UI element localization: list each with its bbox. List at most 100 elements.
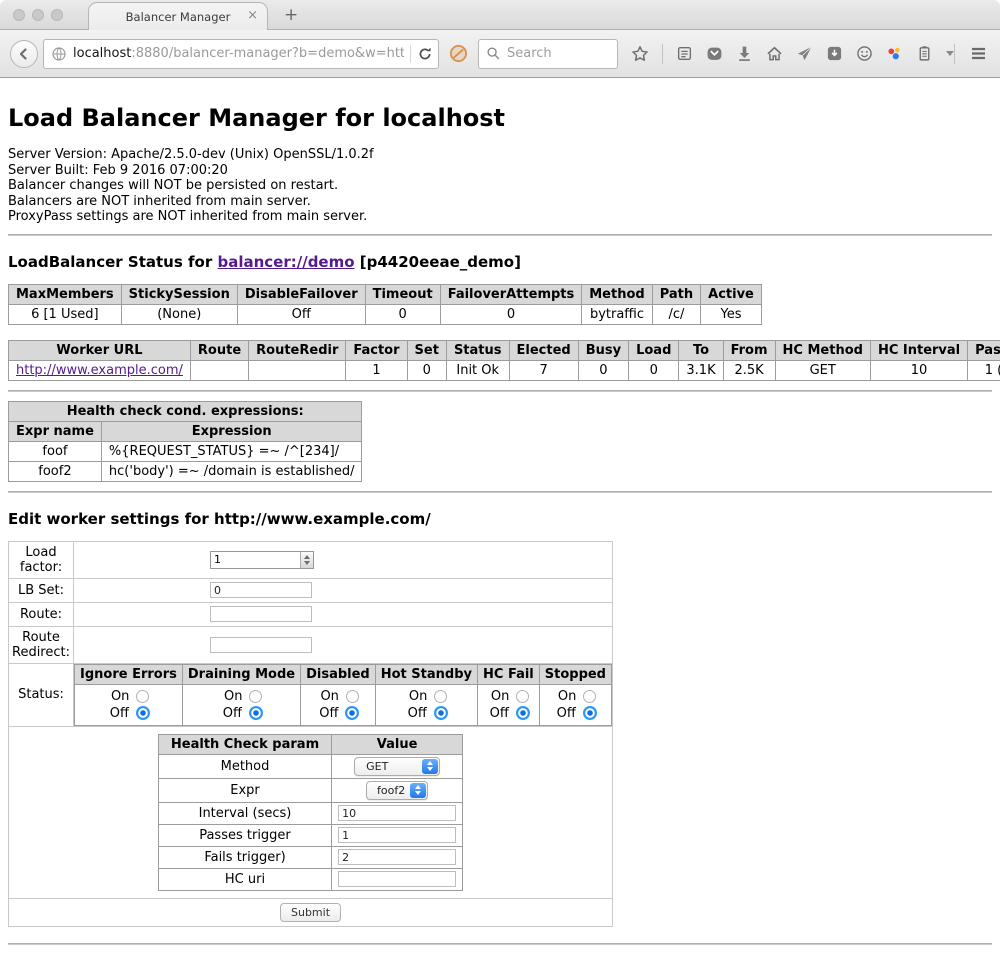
radio-label: On: [317, 688, 339, 705]
worker-url-link[interactable]: http://www.example.com/: [16, 363, 183, 378]
table-header-row: MaxMembers StickySession DisableFailover…: [9, 284, 762, 304]
home-icon[interactable]: [766, 45, 783, 62]
radio-draining-mode-on[interactable]: [249, 690, 262, 703]
cell: 0: [407, 360, 446, 380]
load-factor-value[interactable]: [211, 552, 300, 568]
radio-label: Off: [107, 705, 129, 722]
form-row-lb-set: LB Set:: [9, 578, 613, 602]
cell: 0: [440, 304, 582, 324]
heading-text: LoadBalancer Status for: [8, 253, 212, 271]
column-header: To: [679, 340, 723, 360]
radio-ignore-errors-on[interactable]: [136, 690, 149, 703]
hc-uri-input[interactable]: [338, 871, 456, 887]
table-row: foof %{REQUEST_STATUS} =~ /^[234]/: [9, 441, 362, 461]
panel-download-icon[interactable]: [826, 45, 843, 62]
radio-hc-fail-off[interactable]: [516, 706, 530, 720]
radio-disabled-off[interactable]: [345, 706, 359, 720]
balancer-id: [p4420eeae_demo]: [360, 253, 521, 271]
cell: 7: [509, 360, 578, 380]
chevron-down-icon[interactable]: [946, 51, 954, 56]
server-built: Server Built: Feb 9 2016 07:00:20: [8, 163, 992, 179]
reload-icon[interactable]: [417, 46, 433, 62]
traffic-light-zoom[interactable]: [51, 9, 63, 21]
health-check-param-table: Health Check param Value Method GET: [158, 734, 463, 891]
search-bar[interactable]: Search: [478, 39, 618, 69]
radio-label: Off: [220, 705, 242, 722]
radio-draining-mode-off[interactable]: [249, 706, 263, 720]
route-input[interactable]: [210, 606, 312, 622]
pocket-icon[interactable]: [706, 45, 723, 62]
form-row-health-check: Health Check param Value Method GET: [9, 726, 613, 898]
radio-label: Off: [316, 705, 338, 722]
form-row-status: Status: Ignore Errors Draining Mode Disa…: [9, 663, 613, 726]
divider: [8, 390, 992, 392]
column-header: Active: [701, 284, 762, 304]
column-header: MaxMembers: [9, 284, 122, 304]
column-header: Timeout: [365, 284, 440, 304]
bookmark-star-icon[interactable]: [631, 45, 649, 63]
interval-input[interactable]: [338, 805, 456, 821]
cell: 10: [870, 360, 967, 380]
send-plane-icon[interactable]: [796, 45, 813, 62]
radio-ignore-errors-off[interactable]: [136, 706, 150, 720]
column-header: HC Method: [775, 340, 870, 360]
cell: 0: [365, 304, 440, 324]
param-label: Expr: [158, 778, 331, 802]
cell: Yes: [701, 304, 762, 324]
submit-button[interactable]: Submit: [280, 903, 341, 922]
route-redirect-input[interactable]: [210, 637, 312, 653]
form-row-submit: Submit: [9, 898, 613, 926]
menu-hamburger-icon[interactable]: [969, 44, 988, 63]
close-tab-icon[interactable]: ×: [247, 9, 258, 23]
radio-hc-fail-on[interactable]: [516, 690, 529, 703]
reading-list-icon[interactable]: [676, 45, 693, 62]
table-row: Expr foof2: [158, 778, 462, 802]
search-placeholder: Search: [507, 46, 552, 61]
param-label: Method: [158, 754, 331, 778]
column-header: Path: [652, 284, 700, 304]
select-arrows-icon: [410, 783, 426, 798]
forum-smiley-icon[interactable]: [856, 45, 873, 62]
radio-hot-standby-off[interactable]: [434, 706, 448, 720]
toolbar-separator: [662, 44, 663, 64]
window-controls: [13, 9, 63, 21]
radio-disabled-on[interactable]: [346, 690, 359, 703]
table-row: 6 [1 Used] (None) Off 0 0 bytraffic /c/ …: [9, 304, 762, 324]
cell: Init Ok: [446, 360, 509, 380]
table-row: HC uri: [158, 868, 462, 890]
load-factor-input[interactable]: [210, 551, 314, 569]
lb-set-input[interactable]: [210, 582, 312, 598]
back-button[interactable]: [10, 40, 38, 68]
radio-stopped-on[interactable]: [583, 690, 596, 703]
new-tab-button[interactable]: +: [284, 5, 298, 25]
url-bar[interactable]: localhost:8880/balancer-manager?b=demo&w…: [43, 39, 439, 69]
radio-label: On: [554, 688, 576, 705]
cell: 2.5K: [723, 360, 775, 380]
fails-trigger-input[interactable]: [338, 849, 456, 865]
method-select[interactable]: GET: [354, 757, 440, 776]
url-divider: [410, 45, 411, 63]
url-text[interactable]: localhost:8880/balancer-manager?b=demo&w…: [73, 46, 404, 61]
radio-hot-standby-on[interactable]: [434, 690, 447, 703]
number-stepper-icon[interactable]: [300, 552, 313, 568]
balancer-demo-link[interactable]: balancer://demo: [217, 253, 354, 271]
column-header: DisableFailover: [237, 284, 365, 304]
radio-stopped-off[interactable]: [583, 706, 597, 720]
traffic-light-minimize[interactable]: [32, 9, 44, 21]
column-header: Set: [407, 340, 446, 360]
balancer-manager-page: Load Balancer Manager for localhost Serv…: [0, 104, 1000, 945]
expr-select[interactable]: foof2: [366, 781, 428, 800]
param-label: HC uri: [158, 868, 331, 890]
status-radio-table: Ignore Errors Draining Mode Disabled Hot…: [74, 664, 612, 726]
back-arrow-icon: [16, 46, 32, 62]
column-header: Passes: [968, 340, 1000, 360]
passes-trigger-input[interactable]: [338, 827, 456, 843]
plugin-blocked-icon[interactable]: [449, 44, 468, 63]
field-label: Load factor:: [9, 541, 74, 578]
traffic-light-close[interactable]: [13, 9, 25, 21]
tab-balancer-manager[interactable]: Balancer Manager ×: [88, 2, 268, 30]
colorful-dots-icon[interactable]: [886, 45, 903, 62]
radio-label: On: [220, 688, 242, 705]
clipboard-extension-icon[interactable]: [916, 45, 933, 62]
downloads-icon[interactable]: [736, 45, 753, 62]
